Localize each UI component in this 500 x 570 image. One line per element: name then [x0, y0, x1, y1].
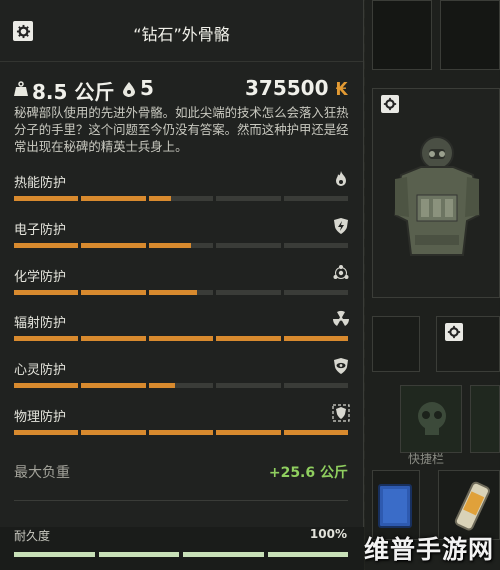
- protection-row: 化学防护: [14, 264, 350, 306]
- protection-bar: [14, 430, 349, 435]
- watermark-text: 维普手游网: [363, 535, 494, 564]
- item-description: 秘碑部队使用的先进外骨骼。如此尖端的技术怎么会落入狂热分子的手里？这个问题至今仍…: [14, 105, 349, 154]
- protection-bar-segment: [216, 242, 281, 248]
- protection-label: 心灵防护: [14, 363, 67, 379]
- protection-bar-segment: [148, 383, 214, 389]
- armor-shield-icon: [332, 404, 350, 422]
- armor-equipment-slot[interactable]: [372, 88, 500, 298]
- protection-bar-segment: [14, 242, 79, 248]
- protection-bar-segment: [216, 336, 281, 342]
- protection-bar-segment: [14, 336, 79, 342]
- settings-icon[interactable]: [381, 95, 399, 113]
- protection-bar-segment: [148, 289, 214, 295]
- inventory-slot[interactable]: [440, 0, 500, 70]
- energy-drink-icon: [454, 481, 490, 531]
- protection-bar-segment: [283, 196, 349, 201]
- protection-bar-segment: [81, 383, 146, 389]
- slot-count-icon: [123, 82, 135, 97]
- item-weight: 8.5 公斤: [32, 80, 115, 104]
- protection-bar-segment: [283, 242, 349, 248]
- radiation-icon: [332, 310, 350, 328]
- protection-label: 热能防护: [14, 176, 67, 191]
- protection-bar-segment: [283, 336, 349, 342]
- capacity-value: +25.6 公斤: [268, 465, 348, 481]
- protection-bar-segment: [81, 196, 146, 201]
- protection-bar-segment: [81, 430, 146, 435]
- protection-label: 辐射防护: [14, 316, 67, 332]
- quickbar-slot[interactable]: [400, 385, 462, 453]
- protection-row: 物理防护: [14, 404, 350, 446]
- protection-bar: [14, 289, 349, 295]
- lightning-shield-icon: [332, 217, 350, 235]
- blue-book-icon: [378, 484, 412, 528]
- protection-bar-segment: [216, 289, 281, 295]
- biohazard-icon: [332, 264, 350, 282]
- inventory-slot[interactable]: [372, 316, 420, 372]
- protection-row: 辐射防护: [14, 310, 350, 352]
- quickbar-slot[interactable]: [470, 385, 500, 453]
- protection-label: 电子防护: [14, 222, 67, 238]
- protection-bar-segment: [81, 242, 146, 248]
- protection-bar-segment: [81, 289, 146, 295]
- capacity-label: 最大负重: [14, 465, 70, 481]
- currency-icon: ₭: [335, 79, 348, 100]
- protection-bar-segment: [283, 383, 349, 389]
- divider: [14, 500, 348, 501]
- item-tooltip-panel: “钻石”外骨骼 8.5 公斤 5 375500 ₭ 秘碑部队使用的先进外骨骼。如…: [0, 0, 364, 570]
- price-value: 375500: [245, 76, 329, 100]
- protection-bar-segment: [148, 196, 214, 201]
- capacity-row: 最大负重 +25.6 公斤: [14, 462, 348, 482]
- protection-label: 化学防护: [14, 269, 67, 285]
- protection-bar-segment: [283, 430, 349, 435]
- durability-bar: [14, 552, 348, 557]
- tooltip-header: “钻石”外骨骼: [0, 0, 363, 62]
- durability-value: 100%: [309, 527, 347, 541]
- durability-label: 耐久度: [14, 529, 51, 543]
- item-title: “钻石”外骨骼: [133, 25, 230, 44]
- protection-bar-segment: [283, 289, 349, 295]
- protection-bar-segment: [148, 430, 214, 435]
- protection-row: 心灵防护: [14, 357, 350, 399]
- protection-label: 物理防护: [14, 410, 67, 425]
- fire-icon: [332, 170, 350, 188]
- protection-bar-segment: [148, 242, 214, 248]
- protection-bar: [14, 242, 349, 248]
- protection-bar: [14, 196, 349, 201]
- durability-bar-segment: [183, 552, 264, 557]
- exoskeleton-armor-icon: [393, 136, 481, 256]
- protection-row: 电子防护: [14, 217, 350, 259]
- protection-bar-segment: [148, 336, 214, 342]
- psy-eye-shield-icon: [332, 357, 350, 375]
- weight-icon: [14, 81, 28, 96]
- durability-bar-segment: [14, 552, 95, 557]
- skull-artifact-icon: [418, 402, 446, 435]
- inventory-slot[interactable]: [436, 316, 500, 372]
- protection-bar: [14, 383, 349, 389]
- protection-bar-segment: [216, 383, 281, 389]
- quickbar-label: 快捷栏: [408, 452, 445, 466]
- durability-bar-segment: [267, 552, 348, 557]
- protection-bar: [14, 336, 349, 342]
- protection-bar-segment: [14, 289, 79, 295]
- protection-bar-segment: [14, 196, 79, 201]
- item-price: 375500 ₭: [245, 76, 348, 100]
- protection-bar-segment: [14, 383, 79, 389]
- protection-bar-segment: [14, 430, 79, 435]
- item-slot-count: 5: [140, 76, 154, 100]
- protection-bar-segment: [216, 430, 281, 435]
- item-stats-row: 8.5 公斤 5 375500 ₭: [14, 76, 348, 104]
- durability-bar-segment: [98, 552, 179, 557]
- inventory-slot[interactable]: [372, 0, 432, 70]
- settings-icon[interactable]: [445, 323, 463, 341]
- protection-bar-segment: [216, 196, 281, 201]
- protection-row: 热能防护: [14, 170, 350, 212]
- protection-bar-segment: [81, 336, 146, 342]
